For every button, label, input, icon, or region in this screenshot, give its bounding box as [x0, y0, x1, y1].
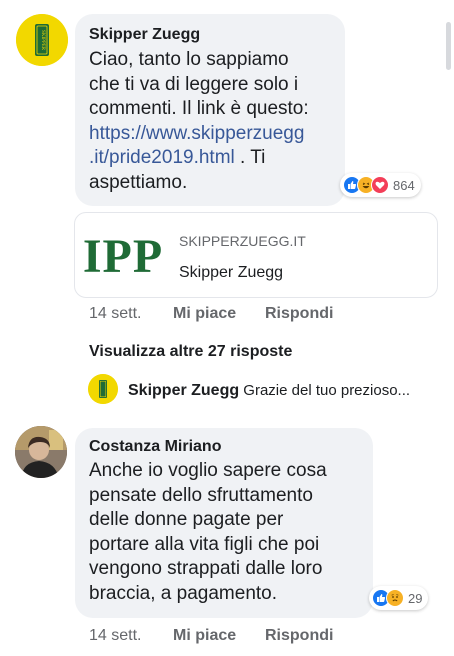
comment-actions: 14 sett. Mi piace Rispondi [89, 305, 333, 323]
comment-line: commenti. Il link è questo: [89, 98, 309, 119]
comment-text-after-link: . Ti [234, 147, 266, 168]
comment-text: Ciao, tanto lo sappiamo che ti va di leg… [89, 48, 309, 195]
comment-line: vengono strappati dalle loro [89, 558, 323, 579]
comment-line: Ciao, tanto lo sappiamo [89, 49, 289, 70]
link-preview-card[interactable]: IPP SKIPPERZUEGG.IT Skipper Zuegg [74, 212, 438, 298]
avatar[interactable]: SKIPPER [16, 14, 68, 66]
reply-button[interactable]: Rispondi [265, 627, 333, 645]
reply-preview[interactable]: Skipper Zuegg Grazie del tuo prezioso... [128, 382, 410, 400]
comment-timestamp[interactable]: 14 sett. [89, 305, 173, 323]
reactions-summary[interactable]: 29 [369, 586, 429, 610]
link-preview-domain: SKIPPERZUEGG.IT [179, 233, 306, 249]
skipper-logo-icon: SKIPPER [16, 14, 68, 66]
scrollbar[interactable] [444, 0, 454, 656]
reaction-count[interactable]: 864 [393, 178, 415, 193]
reaction-count[interactable]: 29 [408, 591, 422, 606]
scrollbar-thumb[interactable] [446, 22, 451, 70]
reactions-summary[interactable]: 864 [340, 173, 421, 197]
love-icon [371, 176, 389, 194]
sad-icon [386, 589, 404, 607]
comment-line: portare alla vita figli che poi [89, 533, 320, 555]
like-button[interactable]: Mi piace [173, 305, 265, 323]
reply-avatar[interactable] [88, 374, 118, 404]
comment-timestamp[interactable]: 14 sett. [89, 627, 173, 645]
comment-line: che ti va di leggere solo i [89, 73, 299, 95]
avatar-brand-text: SKIPPER [40, 30, 45, 51]
link-preview-title: Skipper Zuegg [179, 264, 284, 281]
comment-line: aspettiamo. [89, 171, 188, 193]
comment-actions: 14 sett. Mi piace Rispondi [89, 627, 333, 645]
comment-line: pensate dello sfruttamento [89, 484, 313, 506]
comment-author[interactable]: Costanza Miriano [89, 438, 221, 456]
comment-link[interactable]: https://www.skipperzuegg [89, 123, 304, 144]
comment-link-cont[interactable]: .it/pride2019.html [89, 147, 235, 168]
reply-text: Grazie del tuo prezioso... [243, 382, 411, 399]
link-preview-image: IPP [82, 229, 164, 283]
comment-line: delle donne pagate per [89, 509, 284, 530]
view-more-replies-link[interactable]: Visualizza altre 27 risposte [89, 343, 292, 361]
profile-photo-icon [15, 426, 67, 478]
avatar[interactable] [15, 426, 67, 478]
comment-line: Anche io voglio sapere cosa [89, 460, 327, 481]
like-button[interactable]: Mi piace [173, 627, 265, 645]
comment-line: braccia, a pagamento. [89, 582, 278, 604]
comment-text: Anche io voglio sapere cosa pensate dell… [89, 459, 327, 606]
reply-button[interactable]: Rispondi [265, 305, 333, 323]
comment-bubble[interactable]: Skipper Zuegg Ciao, tanto lo sappiamo ch… [75, 14, 345, 206]
reply-author[interactable]: Skipper Zuegg [128, 382, 239, 399]
comment-bubble[interactable]: Costanza Miriano Anche io voglio sapere … [75, 428, 373, 618]
skipper-logo-icon [88, 374, 118, 404]
comment-author[interactable]: Skipper Zuegg [89, 26, 200, 44]
